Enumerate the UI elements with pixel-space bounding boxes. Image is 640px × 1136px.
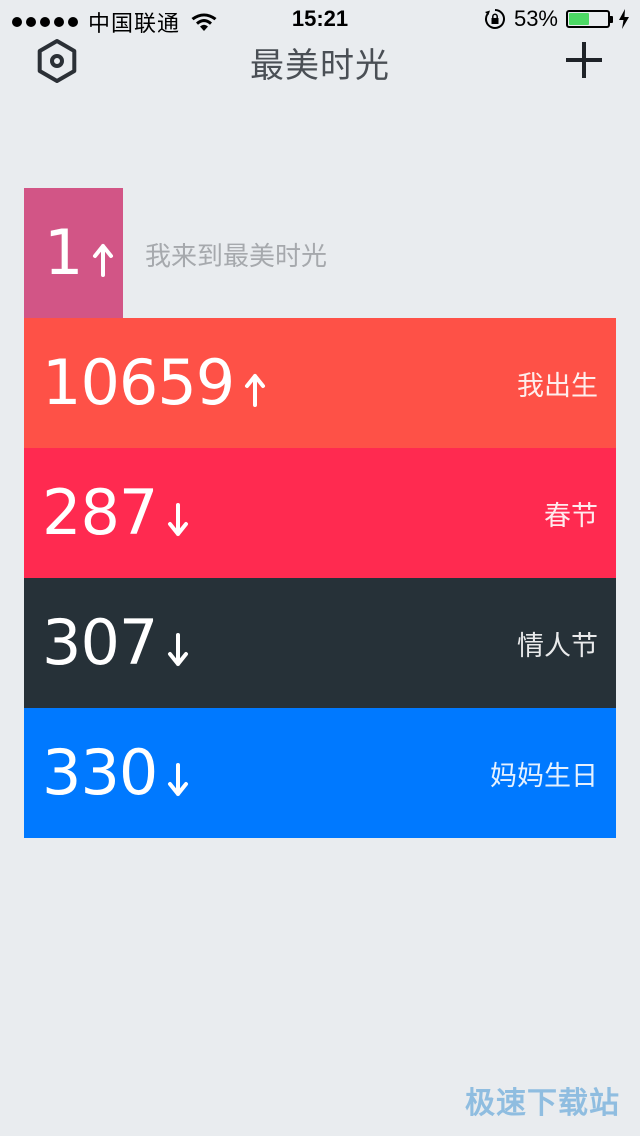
event-label: 妈妈生日 (490, 760, 598, 792)
event-count: 10659 (42, 318, 266, 448)
arrow-down-icon (168, 763, 189, 796)
event-count: 330 (42, 708, 189, 838)
event-label: 情人节 (517, 630, 598, 662)
day-count: 1 (44, 216, 83, 289)
watermark-text: 极速下载站 (465, 1086, 620, 1121)
battery-icon (566, 10, 613, 28)
nav-bar: 最美时光 (0, 30, 640, 90)
page-title: 最美时光 (250, 46, 390, 86)
event-label: 我出生 (517, 370, 598, 402)
status-right: 53% (484, 6, 630, 32)
arrow-up-icon (93, 244, 114, 277)
day-count: 10659 (42, 346, 235, 419)
first-day-card[interactable]: 1 (24, 188, 123, 318)
day-count: 307 (42, 606, 158, 679)
plus-icon[interactable] (564, 40, 604, 80)
battery-percent: 53% (513, 6, 558, 31)
first-day-label: 我来到最美时光 (145, 242, 328, 272)
rotation-lock-icon (484, 9, 505, 29)
event-row[interactable]: 330 妈妈生日 (24, 708, 616, 838)
event-row[interactable]: 307 情人节 (24, 578, 616, 708)
arrow-down-icon (168, 503, 189, 536)
first-day-count: 1 (44, 188, 114, 318)
arrow-up-icon (245, 374, 266, 407)
event-count: 307 (42, 578, 189, 708)
event-row[interactable]: 287 春节 (24, 448, 616, 578)
event-label: 春节 (544, 500, 598, 532)
day-count: 287 (42, 476, 158, 549)
event-count: 287 (42, 448, 189, 578)
event-row[interactable]: 10659 我出生 (24, 318, 616, 448)
day-count: 330 (42, 736, 158, 809)
arrow-down-icon (168, 633, 189, 666)
charging-bolt-icon (619, 9, 629, 29)
